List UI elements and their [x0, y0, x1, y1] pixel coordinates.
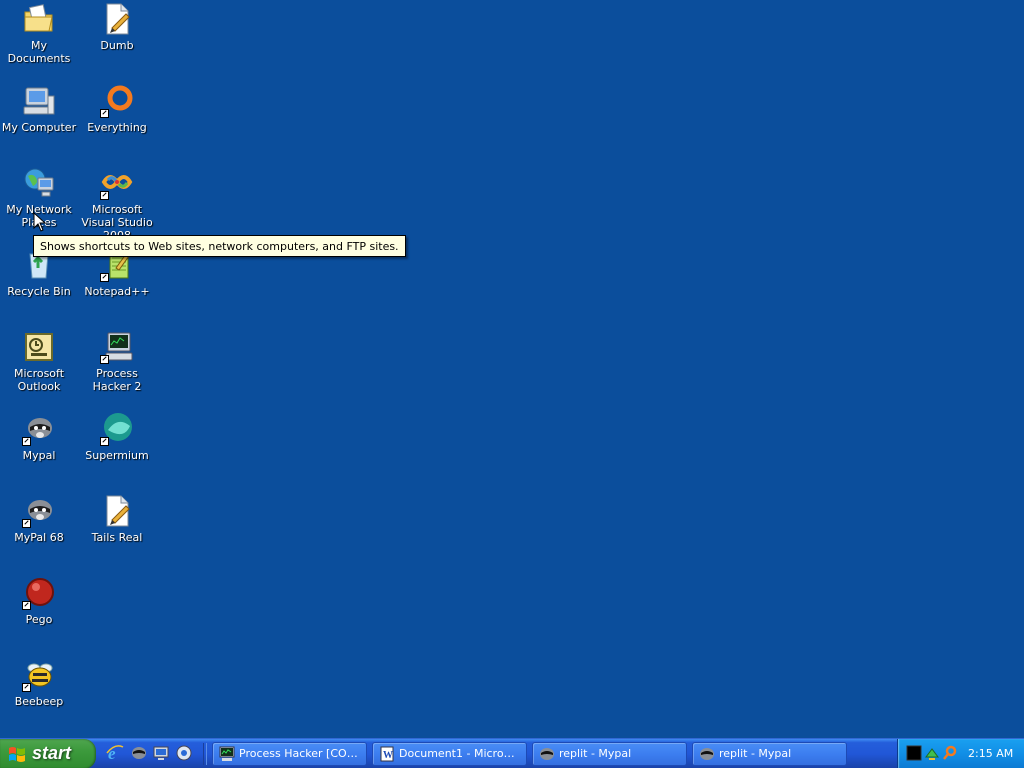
desktop-icon-pego[interactable]: Pego [0, 576, 78, 626]
text-file-icon [100, 494, 134, 528]
desktop-icon-process-hacker[interactable]: Process Hacker 2 [78, 330, 156, 393]
process-hacker-icon [219, 746, 235, 761]
desktop-icon-label: Mypal [22, 449, 56, 462]
desktop-icon-label: Everything [87, 121, 147, 134]
shortcut-arrow-icon [100, 355, 109, 364]
desktop-icon-label: Dumb [100, 39, 134, 52]
search-ring-icon [100, 84, 134, 118]
task-button-replit-mypal-1[interactable]: replit - Mypal [532, 742, 687, 766]
desktop-icon-supermium[interactable]: Supermium [78, 412, 156, 462]
raccoon-browser-icon [22, 412, 56, 446]
desktop-icon-label: Supermium [85, 449, 149, 462]
task-button-process-hacker[interactable]: Process Hacker [COL... [212, 742, 367, 766]
desktop-icon-mypal[interactable]: Mypal [0, 412, 78, 462]
shortcut-arrow-icon [100, 109, 109, 118]
desktop-icon-beebeep[interactable]: Beebeep [0, 658, 78, 708]
start-label: start [32, 743, 72, 763]
task-button-label: replit - Mypal [559, 747, 632, 760]
desktop-icon-tails-real[interactable]: Tails Real [78, 494, 156, 544]
desktop-icon-label: Notepad++ [84, 285, 150, 298]
desktop: My Documents My Computer My Network Plac… [0, 0, 1024, 738]
desktop-icon-label: Process Hacker 2 [92, 367, 142, 393]
shortcut-arrow-icon [22, 437, 31, 446]
shortcut-arrow-icon [22, 519, 31, 528]
raccoon-browser-icon [22, 494, 56, 528]
desktop-icon-label: MyPal 68 [14, 531, 64, 544]
start-button[interactable]: start [0, 739, 96, 768]
desktop-icon-my-documents[interactable]: My Documents [0, 2, 78, 65]
desktop-icon-label: Pego [25, 613, 53, 626]
task-button-label: replit - Mypal [719, 747, 792, 760]
desktop-icon-label: Tails Real [91, 531, 143, 544]
text-file-icon [100, 2, 134, 36]
shortcut-arrow-icon [100, 191, 109, 200]
pego-ball-icon [22, 576, 56, 610]
supermium-icon [100, 412, 134, 446]
process-hacker-icon [100, 330, 134, 364]
shortcut-arrow-icon [100, 437, 109, 446]
windows-flag-icon [9, 747, 25, 762]
terminal-icon[interactable] [906, 745, 922, 761]
bee-icon [22, 658, 56, 692]
visual-studio-icon [100, 166, 134, 200]
desktop-icon-label: Beebeep [14, 695, 64, 708]
word-document-icon: W [380, 746, 394, 762]
search-tray-icon[interactable] [942, 745, 958, 761]
outlook-icon [22, 330, 56, 364]
desktop-icon-label: Microsoft Outlook [13, 367, 65, 393]
desktop-icon-visual-studio[interactable]: Microsoft Visual Studio 2008 [78, 166, 156, 242]
raccoon-browser-icon [540, 748, 554, 760]
tooltip: Shows shortcuts to Web sites, network co… [33, 235, 406, 257]
network-arrow-icon[interactable] [924, 745, 940, 761]
show-desktop-icon[interactable] [152, 744, 170, 762]
task-button-label: Process Hacker [COL... [239, 747, 364, 760]
media-icon[interactable] [175, 744, 193, 762]
raccoon-browser-icon[interactable] [130, 744, 148, 762]
task-button-label: Document1 - Microsof... [399, 747, 526, 760]
svg-text:W: W [383, 750, 393, 761]
shortcut-arrow-icon [22, 683, 31, 692]
computer-icon [22, 84, 56, 118]
system-tray: 2:15 AM [897, 739, 1024, 768]
desktop-icon-outlook[interactable]: Microsoft Outlook [0, 330, 78, 393]
shortcut-arrow-icon [100, 273, 109, 282]
mouse-cursor-icon [33, 212, 47, 232]
clock[interactable]: 2:15 AM [968, 747, 1013, 760]
desktop-icon-label: My Computer [1, 121, 77, 134]
network-globe-icon [22, 166, 56, 200]
desktop-icon-label: My Documents [7, 39, 71, 65]
internet-explorer-icon[interactable]: e [106, 744, 124, 762]
shortcut-arrow-icon [22, 601, 31, 610]
desktop-icon-my-computer[interactable]: My Computer [0, 84, 78, 134]
desktop-icon-label: Recycle Bin [7, 285, 71, 298]
desktop-icon-mypal68[interactable]: MyPal 68 [0, 494, 78, 544]
desktop-icon-dumb[interactable]: Dumb [78, 2, 156, 52]
raccoon-browser-icon [700, 748, 714, 760]
desktop-icon-everything[interactable]: Everything [78, 84, 156, 134]
task-button-document1[interactable]: W Document1 - Microsof... [372, 742, 527, 766]
folder-documents-icon [22, 2, 56, 36]
taskbar: start e Process Hacker [COL... W Documen… [0, 738, 1024, 768]
task-button-replit-mypal-2[interactable]: replit - Mypal [692, 742, 847, 766]
quick-launch-divider [203, 743, 207, 765]
